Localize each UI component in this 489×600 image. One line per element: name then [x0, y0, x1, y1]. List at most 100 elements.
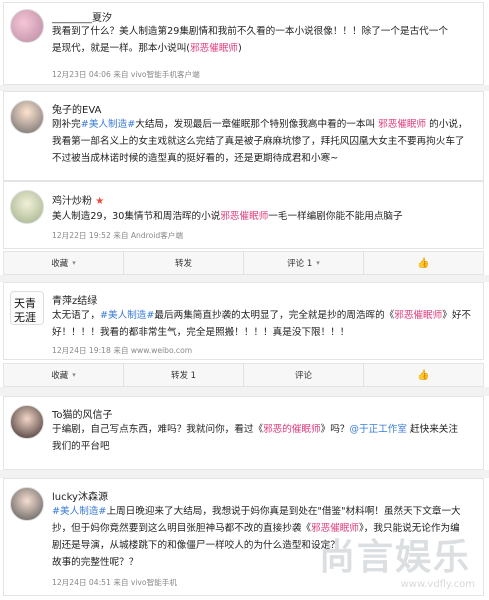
post-line: 于编剧，自己写点东西，难吗？我就问你，看过《邪恶的催眠师》吗？@于正工作室 赶快…: [52, 421, 475, 438]
username-text: 鸡汁炒粉: [52, 196, 92, 207]
post-line: 我们的平台吧: [52, 438, 475, 455]
svg-text:无涯: 无涯: [14, 310, 36, 324]
username[interactable]: 鸡汁炒粉 ★: [52, 192, 104, 207]
text-segment: 那本小说叫(: [138, 43, 191, 54]
weibo-post-5: To猫的风信子 于编剧，自己写点东西，难吗？我就问你，看过《邪恶的催眠师》吗？@…: [3, 396, 484, 470]
keyword-link[interactable]: 邪恶催眠师: [378, 119, 426, 130]
post-line: 不过被当成林诺时候的造型真的挺好看的，还是更期待成君和小寒~: [52, 150, 475, 167]
post-text: 于编剧，自己写点东西，难吗？我就问你，看过《邪恶的催眠师》吗？@于正工作室 赶快…: [52, 421, 475, 455]
keyword-link[interactable]: 邪恶催眠师: [190, 43, 238, 54]
divider: [0, 275, 489, 282]
avatar[interactable]: [10, 405, 44, 439]
action-bar: 收藏 ▾ 转发 评论 1 ▾ 👍: [3, 251, 484, 275]
username[interactable]: To猫的风信子: [52, 406, 113, 421]
text-segment: 美人制造29，30集情节和周浩晖的小说: [52, 211, 221, 222]
watermark-url: www.vdfly.com: [400, 579, 475, 590]
post-line: 太无语了，#美人制造#最后两集简直抄袭的太明显了，完全就是抄的周浩晖的《邪恶催眠…: [52, 307, 475, 324]
keyword-link[interactable]: 邪恶催眠师: [220, 211, 268, 222]
post-meta: 12月23日 04:06 来自 vivo智能手机客户端: [52, 70, 200, 79]
favorite-button[interactable]: 收藏 ▾: [4, 364, 124, 386]
text-segment: 一毛一样: [268, 211, 307, 222]
text-segment: 剧还是导演，从城楼跳下的和像僵尸一样咬人的为什么造型和设定？: [52, 540, 340, 551]
post-line: 我看到了什么？美人制造第29集剧情和我前不久看的一本小说很像！！！除了一个是古代…: [52, 23, 475, 40]
text-segment: 好！！！！我看的都非常生气，完全是照搬！！！！真是没下限！！！: [52, 327, 350, 338]
text-segment: 我看第一部名义上的女主戏就这么完结了真是被子麻麻坑惨了，拜托风囚凰大女主不要再拘…: [52, 136, 465, 147]
username[interactable]: 兔子的EVA: [52, 101, 101, 116]
chevron-down-icon: ▾: [72, 259, 76, 267]
hashtag-link[interactable]: #美人制造#: [52, 506, 106, 517]
keyword-link[interactable]: 邪恶的催眠师: [263, 424, 321, 435]
like-button[interactable]: 👍: [364, 364, 483, 386]
post-meta: 12月22日 19:52 来自 Android客户端: [52, 231, 183, 240]
username[interactable]: ________夏汐: [52, 9, 112, 24]
favorite-button[interactable]: 收藏 ▾: [4, 252, 124, 274]
post-meta: 12月24日 04:51 来自 vivo智能手机: [52, 578, 177, 587]
text-segment: 编剧你能不能用点脑子: [306, 211, 403, 222]
post-line: 我看第一部名义上的女主戏就这么完结了真是被子麻麻坑惨了，拜托风囚凰大女主不要再拘…: [52, 133, 475, 150]
comment-label: 评论: [294, 371, 312, 381]
like-button[interactable]: 👍: [364, 252, 483, 274]
comment-label: 评论 1: [287, 259, 313, 269]
weibo-post-1: ________夏汐 我看到了什么？美人制造第29集剧情和我前不久看的一本小说很…: [3, 2, 484, 85]
text-segment: 大结局，发现最后一章催眠那个特别像我高中看的一本叫: [135, 119, 379, 130]
repost-label: 转发 1: [170, 371, 197, 381]
post-line: 好！！！！我看的都非常生气，完全是照搬！！！！真是没下限！！！: [52, 324, 475, 341]
post-text: 美人制造29，30集情节和周浩晖的小说邪恶催眠师一毛一样编剧你能不能用点脑子: [52, 208, 475, 225]
post-line: 刚补完#美人制造#大结局，发现最后一章催眠那个特别像我高中看的一本叫 邪恶催眠师…: [52, 116, 475, 133]
text-segment: 刚补完: [52, 119, 81, 130]
text-segment: 我看到了什么？美人制造第29集剧情和我前不久看的一本小说很像！！！除了一个是古代…: [52, 26, 448, 37]
keyword-link[interactable]: 邪恶催眠师: [394, 310, 442, 321]
favorite-label: 收藏: [51, 371, 69, 381]
site-watermark: 尚言娱乐 www.vdfly.com: [319, 528, 479, 590]
comment-button[interactable]: 评论: [244, 364, 364, 386]
divider: [0, 470, 489, 478]
text-segment: 上周日晚迎来了大结局，我想说于妈你真是到处在"借鉴"材料啊！虽然天下文章一大: [106, 506, 461, 517]
weibo-post-2: 兔子的EVA 刚补完#美人制造#大结局，发现最后一章催眠那个特别像我高中看的一本…: [3, 91, 484, 181]
star-badge-icon: ★: [95, 196, 105, 207]
text-segment: 最后两集简直抄袭的太明显了，完全就是抄的周浩晖的《: [154, 310, 395, 321]
username[interactable]: lucky沐森源: [52, 488, 108, 503]
avatar[interactable]: [10, 190, 44, 224]
repost-button[interactable]: 转发: [124, 252, 244, 274]
repost-button[interactable]: 转发 1: [124, 364, 244, 386]
thumbs-up-icon: 👍: [417, 369, 430, 381]
text-segment: 》好不: [442, 310, 472, 321]
text-segment: 故事的完整性呢？？: [52, 557, 139, 568]
hashtag-link[interactable]: #美人制造#: [100, 310, 154, 321]
text-segment: 不过被当成林诺时候的造型真的挺好看的，还是更期待成君和小寒~: [52, 153, 339, 164]
svg-text:天青: 天青: [14, 297, 36, 310]
watermark-brand: 尚言娱乐: [319, 537, 472, 578]
post-text: 我看到了什么？美人制造第29集剧情和我前不久看的一本小说很像！！！除了一个是古代…: [52, 23, 475, 57]
text-segment: 我们的平台吧: [52, 441, 110, 452]
action-bar: 收藏 ▾ 转发 1 评论 👍: [3, 363, 484, 387]
avatar[interactable]: [10, 487, 44, 521]
thumbs-up-icon: 👍: [417, 257, 430, 269]
post-line: #美人制造#上周日晚迎来了大结局，我想说于妈你真是到处在"借鉴"材料啊！虽然天下…: [52, 503, 475, 520]
text-segment: 赶快来关注: [406, 424, 458, 435]
chevron-down-icon: ▾: [316, 259, 320, 267]
chevron-down-icon: ▾: [72, 371, 76, 379]
username[interactable]: 青萍z结绿: [52, 292, 97, 307]
text-segment: 太无语了，: [52, 310, 100, 321]
post-meta: 12月24日 19:18 来自 www.weibo.com: [52, 346, 193, 355]
avatar[interactable]: [10, 9, 44, 43]
divider: [0, 387, 489, 396]
text-segment: ): [238, 43, 242, 54]
hashtag-link[interactable]: #美人制造#: [81, 119, 135, 130]
screenshot-collage: ________夏汐 我看到了什么？美人制造第29集剧情和我前不久看的一本小说很…: [0, 0, 489, 600]
text-segment: 于编剧，自己写点东西，难吗？我就问你，看过《: [52, 424, 264, 435]
avatar[interactable]: 天青 无涯: [10, 291, 44, 325]
post-text: 太无语了，#美人制造#最后两集简直抄袭的太明显了，完全就是抄的周浩晖的《邪恶催眠…: [52, 307, 475, 341]
weibo-post-3: 鸡汁炒粉 ★ 美人制造29，30集情节和周浩晖的小说邪恶催眠师一毛一样编剧你能不…: [3, 181, 484, 249]
weibo-post-4: 天青 无涯 青萍z结绿 太无语了，#美人制造#最后两集简直抄袭的太明显了，完全就…: [3, 282, 484, 360]
post-text: 刚补完#美人制造#大结局，发现最后一章催眠那个特别像我高中看的一本叫 邪恶催眠师…: [52, 116, 475, 167]
post-line: 美人制造29，30集情节和周浩晖的小说邪恶催眠师一毛一样编剧你能不能用点脑子: [52, 208, 475, 225]
repost-label: 转发: [174, 259, 192, 269]
text-segment: 抄，但于妈你竟然要到这么明目张胆神马都不改的直接抄袭《: [52, 523, 312, 534]
avatar[interactable]: [10, 100, 44, 134]
favorite-label: 收藏: [51, 259, 69, 269]
text-segment: 的小说，: [426, 119, 468, 130]
hashtag-link[interactable]: @于正工作室: [349, 424, 407, 435]
comment-button[interactable]: 评论 1 ▾: [244, 252, 364, 274]
text-segment: 是现代，就是一样。: [52, 43, 139, 54]
